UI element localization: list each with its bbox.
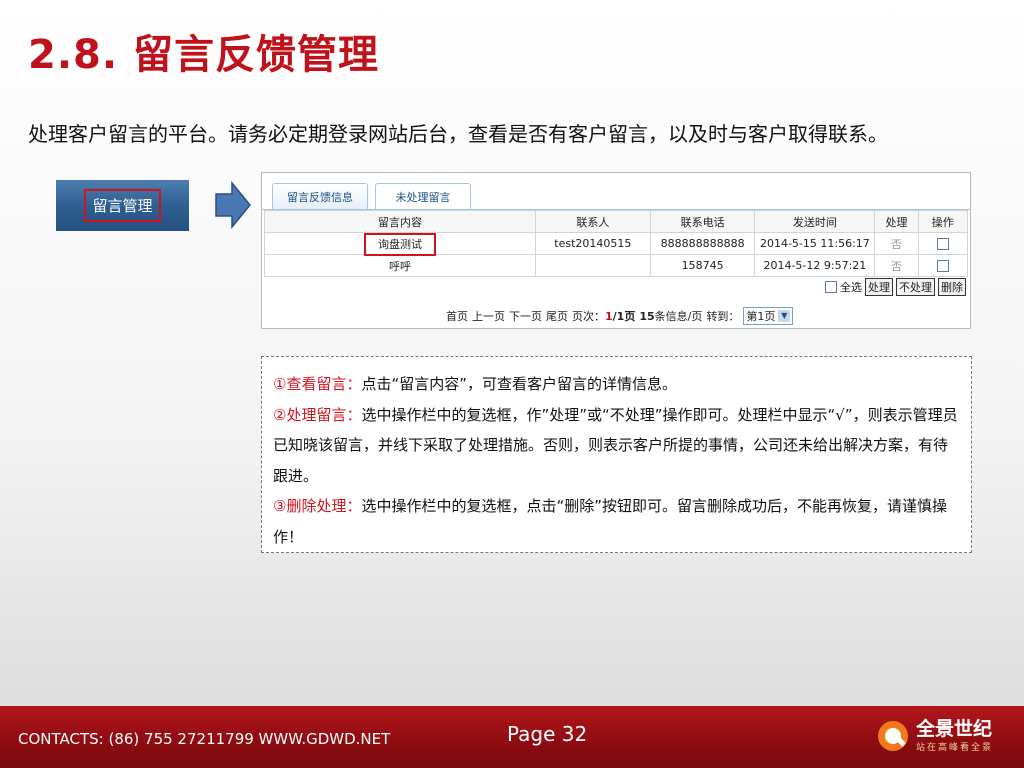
chevron-down-icon: ▼: [778, 310, 791, 322]
intro-text: 处理客户留言的平台。请务必定期登录网站后台，查看是否有客户留言，以及时与客户取得…: [28, 122, 888, 146]
instructions-box: ①查看留言：点击“留言内容”，可查看客户留言的详情信息。 ②处理留言：选中操作栏…: [261, 356, 972, 553]
table-row: 呼呼 158745 2014-5-12 9:57:21 否: [264, 254, 969, 277]
message-content-cell[interactable]: 呼呼: [264, 254, 536, 277]
contact-cell: [534, 254, 651, 277]
column-header: 联系电话: [649, 210, 756, 233]
next-page-link[interactable]: 下一页: [509, 308, 542, 324]
bulk-actions: 全选 处理 不处理 删除: [825, 278, 966, 296]
arrow-right-icon: [215, 180, 251, 230]
column-header: 留言内容: [264, 210, 536, 233]
instruction-view: ①查看留言：点击“留言内容”，可查看客户留言的详情信息。: [273, 375, 677, 393]
footer-contacts: CONTACTS: (86) 755 27211799 WWW.GDWD.NET: [18, 730, 391, 748]
phone-cell: 158745: [649, 254, 756, 277]
time-cell: 2014-5-12 9:57:21: [754, 254, 876, 277]
company-logo: 全景世纪 站在高峰看全景: [876, 718, 993, 753]
message-content-link[interactable]: 询盘测试: [363, 232, 436, 256]
page-select[interactable]: 第1页 ▼: [743, 307, 794, 325]
unprocess-button[interactable]: 不处理: [896, 278, 935, 296]
goto-label: 转到：: [706, 310, 740, 323]
instruction-delete: ③删除处理：选中操作栏中的复选框，点击“删除”按钮即可。留言删除成功后，不能再恢…: [273, 497, 947, 546]
message-management-label: 留言管理: [84, 189, 161, 222]
column-header: 联系人: [534, 210, 651, 233]
instruction-process: ②处理留言：选中操作栏中的复选框，作”处理”或“不处理”操作即可。处理栏中显示“…: [273, 405, 958, 485]
select-all-label: 全选: [840, 281, 862, 294]
delete-button[interactable]: 删除: [938, 278, 966, 296]
column-header: 操作: [917, 210, 969, 233]
row-checkbox[interactable]: [936, 260, 949, 272]
footer-bar: CONTACTS: (86) 755 27211799 WWW.GDWD.NET…: [0, 706, 1024, 768]
pagination: 首页 上一页 下一页 尾页 页次：1/1页 15条信息/页 转到： 第1页 ▼: [446, 307, 794, 325]
time-cell: 2014-5-15 11:56:17: [754, 232, 876, 255]
page-info: 页次：1/1页: [572, 310, 636, 323]
last-page-link[interactable]: 尾页: [546, 308, 568, 324]
message-management-button[interactable]: 留言管理: [56, 180, 189, 231]
row-checkbox[interactable]: [936, 238, 949, 250]
slide-title: 2.8. 留言反馈管理: [28, 32, 379, 78]
contact-cell: test20140515: [534, 232, 651, 255]
tab-unprocessed[interactable]: 未处理留言: [375, 183, 471, 209]
first-page-link[interactable]: 首页: [446, 308, 468, 324]
process-button[interactable]: 处理: [865, 278, 893, 296]
phone-cell: 888888888888: [649, 232, 756, 255]
admin-panel-screenshot: 留言反馈信息 未处理留言 留言内容 联系人 联系电话 发送时间 处理 操作 询盘…: [261, 172, 971, 329]
table-row: 询盘测试 test20140515 888888888888 2014-5-15…: [264, 232, 969, 256]
column-header: 发送时间: [754, 210, 876, 233]
per-page-info: 15条信息/页: [639, 310, 703, 323]
tab-feedback-info[interactable]: 留言反馈信息: [272, 183, 368, 209]
prev-page-link[interactable]: 上一页: [472, 308, 505, 324]
select-all-checkbox[interactable]: [825, 281, 837, 293]
page-number: Page 32: [507, 722, 588, 746]
table-header-row: 留言内容 联系人 联系电话 发送时间 处理 操作: [264, 210, 969, 233]
handled-cell: 否: [874, 232, 919, 255]
handled-cell: 否: [874, 254, 919, 277]
column-header: 处理: [874, 210, 919, 233]
message-table: 留言内容 联系人 联系电话 发送时间 处理 操作 询盘测试 test201405…: [264, 210, 969, 277]
page-select-value: 第1页: [746, 310, 776, 323]
operation-cell: [917, 254, 969, 277]
operation-cell: [917, 232, 969, 255]
logo-icon: [878, 720, 908, 751]
logo-tagline: 站在高峰看全景: [916, 743, 994, 753]
message-content-cell[interactable]: 询盘测试: [264, 232, 536, 256]
logo-name: 全景世纪: [916, 718, 993, 740]
tab-bar: 留言反馈信息 未处理留言: [262, 173, 970, 210]
